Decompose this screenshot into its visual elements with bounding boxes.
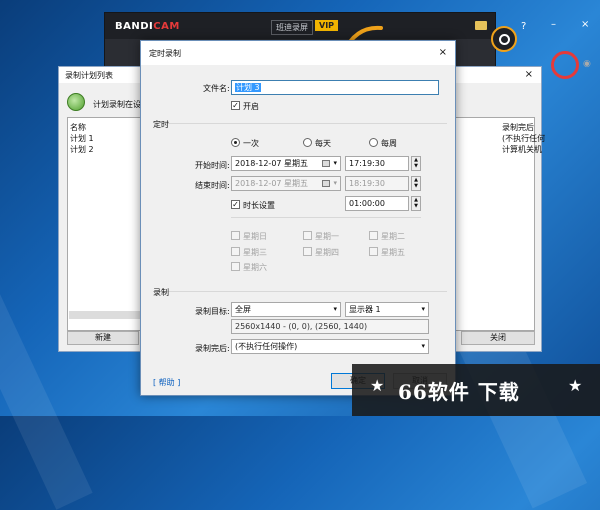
record-button[interactable] [551,51,579,79]
end-time-input[interactable]: 18:19:30 [345,176,409,191]
column-header-after-record: 录制完后 [502,123,534,132]
record-group-divider [165,291,447,292]
end-date-picker[interactable]: 2018-12-07 星期五 ▾ [231,176,341,191]
list-item[interactable]: 计划 2 [70,144,94,155]
after-record-select[interactable]: (不执行任何操作) ▾ [231,339,429,354]
minimize-button[interactable]: – [551,19,556,30]
calendar-icon[interactable] [322,160,330,167]
watermark-banner: ★ 66软件 下载 ★ [352,364,600,416]
weekday-checkbox-sat[interactable] [231,262,240,271]
chevron-down-icon: ▾ [333,305,337,313]
duration-label: 时长设置 [243,201,275,210]
weekday-checkbox-tue[interactable] [369,231,378,240]
dialog-title: 定时录制 [141,41,455,65]
after-record-label: 录制完后: [195,344,230,353]
weekday-label: 星期二 [381,232,405,241]
radio-weekly-label: 每周 [381,139,397,148]
calendar-icon[interactable] [322,180,330,187]
schedule-list-right-column: 录制完后 (不执行任何 计算机关机 [502,122,545,155]
duration-input[interactable]: 01:00:00 [345,196,409,211]
radio-weekly[interactable] [369,138,378,147]
weekday-label: 星期六 [243,263,267,272]
end-time-label: 结束时间: [195,181,230,190]
star-icon: ★ [568,376,583,395]
horizontal-scrollbar[interactable] [69,311,141,319]
filename-label: 文件名: [203,84,230,93]
weekday-checkbox-wed[interactable] [231,247,240,256]
chevron-down-icon: ▾ [421,342,425,350]
weekday-label: 星期三 [243,248,267,257]
list-item[interactable]: 计划 1 [70,133,94,144]
duration-checkbox[interactable]: ✓ [231,200,240,209]
radio-once[interactable] [231,138,240,147]
weekday-label: 星期五 [381,248,405,257]
end-time-spinner[interactable]: ▲ ▼ [411,176,421,191]
monitor-select[interactable]: 显示器 1 ▾ [345,302,429,317]
bandicam-product-label: 班迪录屏 [271,20,313,35]
schedule-list-close-button[interactable]: × [525,69,533,80]
help-button[interactable]: ? [521,21,526,32]
column-header-name: 名称 [70,123,86,132]
radio-once-label: 一次 [243,139,259,148]
record-target-label: 录制目标: [195,307,230,316]
timer-record-dialog: 定时录制 × 文件名: 计划 3 ✓ 开启 定时 一次 每天 每周 开始时间: … [140,40,456,396]
list-cell: 计算机关机 [502,145,542,154]
weekday-checkbox-thu[interactable] [303,247,312,256]
schedule-list-left-column: 名称 计划 1 计划 2 [70,122,94,155]
camera-icon[interactable]: ◉ [583,59,591,69]
weekday-checkbox-mon[interactable] [303,231,312,240]
weekday-label: 星期四 [315,248,339,257]
timer-clock-icon[interactable] [491,26,517,52]
list-cell: (不执行任何 [502,134,546,143]
folder-icon[interactable] [475,21,487,30]
timer-group-divider [165,123,447,124]
weekday-checkbox-sun[interactable] [231,231,240,240]
radio-daily-label: 每天 [315,139,331,148]
chevron-down-icon: ▾ [421,305,425,313]
star-icon: ★ [370,376,385,395]
weekday-checkbox-fri[interactable] [369,247,378,256]
start-time-spinner[interactable]: ▲ ▼ [411,156,421,171]
close-list-button[interactable]: 关闭 [461,331,535,345]
chevron-down-icon[interactable]: ▾ [333,177,337,190]
filename-input[interactable]: 计划 3 [231,80,439,95]
watermark-text: 66软件 下载 [398,380,520,404]
radio-daily[interactable] [303,138,312,147]
close-button[interactable]: × [581,19,589,30]
enable-checkbox[interactable]: ✓ [231,101,240,110]
schedule-enabled-icon [67,93,85,111]
help-link[interactable]: [ 帮助 ] [153,377,180,388]
start-time-input[interactable]: 17:19:30 [345,156,409,171]
weekday-label: 星期一 [315,232,339,241]
resolution-info: 2560x1440 - (0, 0), (2560, 1440) [231,319,429,334]
weekday-label: 星期日 [243,232,267,241]
record-group-label: 录制 [153,288,169,297]
start-time-label: 开始时间: [195,161,230,170]
weekday-divider [231,217,421,218]
timer-group-label: 定时 [153,120,169,129]
duration-spinner[interactable]: ▲ ▼ [411,196,421,211]
enable-label: 开启 [243,102,259,111]
new-button[interactable]: 新建 [67,331,139,345]
chevron-down-icon[interactable]: ▾ [333,157,337,170]
bandicam-logo: BANDICAM [115,21,180,32]
start-date-picker[interactable]: 2018-12-07 星期五 ▾ [231,156,341,171]
record-target-select[interactable]: 全屏 ▾ [231,302,341,317]
dialog-close-button[interactable]: × [439,47,447,58]
